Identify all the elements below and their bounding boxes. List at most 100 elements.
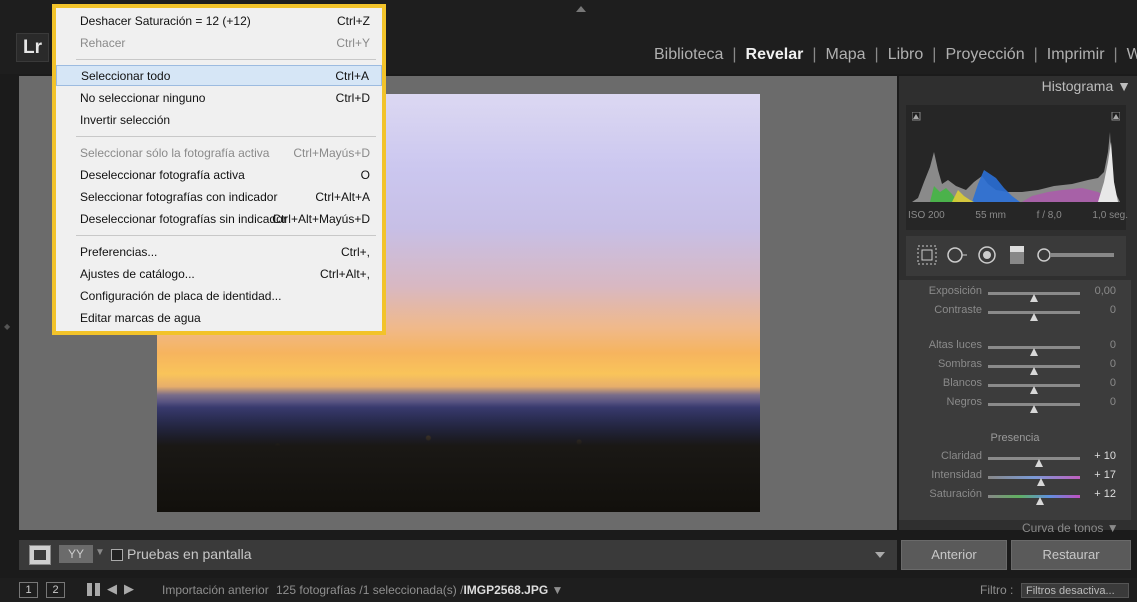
red-eye-icon[interactable] [976, 244, 998, 266]
exposure-label: Exposición [928, 285, 982, 297]
contrast-value[interactable]: 0 [1110, 304, 1116, 316]
spot-removal-icon[interactable] [946, 244, 968, 266]
module-revelar[interactable]: Revelar [746, 46, 804, 64]
exposure-value[interactable]: 0,00 [1095, 285, 1116, 297]
menu-item-shortcut: Ctrl+, [340, 245, 370, 259]
menu-item-shortcut: Ctrl+Alt+Mayús+D [272, 212, 370, 226]
adjustment-brush-icon[interactable] [1036, 244, 1116, 266]
vibrance-slider[interactable] [988, 476, 1080, 486]
main-window-button[interactable]: 1 [19, 582, 38, 598]
menu-item-catalog-settings[interactable]: Ajustes de catálogo... Ctrl+Alt+, [56, 264, 382, 285]
shadows-label: Sombras [937, 358, 982, 370]
crop-overlay-icon[interactable] [916, 244, 938, 266]
soft-proof-checkbox[interactable] [111, 549, 123, 561]
shadows-row: Sombras 0 [900, 358, 1130, 375]
collapse-top-panel-icon[interactable] [576, 6, 586, 12]
saturation-label: Saturación [929, 488, 982, 500]
shadows-slider[interactable] [988, 365, 1080, 375]
menu-separator [76, 235, 376, 236]
collapse-triangle-icon[interactable]: ▼ [1107, 521, 1119, 535]
module-web[interactable]: We [1127, 46, 1137, 64]
highlights-value[interactable]: 0 [1110, 339, 1116, 351]
menu-item-preferences[interactable]: Preferencias... Ctrl+, [56, 242, 382, 263]
iso-value: ISO 200 [908, 210, 945, 221]
previous-button[interactable]: Anterior [901, 540, 1007, 570]
menu-item-shortcut: Ctrl+Mayús+D [293, 146, 370, 160]
module-mapa[interactable]: Mapa [826, 46, 866, 64]
loupe-view-icon[interactable] [29, 545, 51, 565]
menu-item-identity-plate[interactable]: Configuración de placa de identidad... [56, 286, 382, 307]
saturation-slider-knob[interactable] [1035, 497, 1044, 505]
histogram-header[interactable]: Histograma ▼ [899, 78, 1131, 100]
saturation-value[interactable]: + 12 [1094, 488, 1116, 500]
module-biblioteca[interactable]: Biblioteca [654, 46, 723, 64]
menu-item-redo[interactable]: Rehacer Ctrl+Y [56, 33, 382, 54]
clarity-value[interactable]: + 10 [1094, 450, 1116, 462]
module-imprimir[interactable]: Imprimir [1047, 46, 1105, 64]
selection-count: 125 fotografías /1 seleccionada(s) / [276, 583, 464, 597]
highlights-row: Altas luces 0 [900, 339, 1130, 356]
menu-item-select-flagged[interactable]: Seleccionar fotografías con indicador Ctr… [56, 187, 382, 208]
filter-dropdown[interactable]: Filtros desactiva... [1021, 583, 1129, 598]
blacks-slider-knob[interactable] [1030, 405, 1038, 413]
saturation-slider[interactable] [988, 495, 1080, 505]
secondary-window-button[interactable]: 2 [46, 582, 65, 598]
whites-slider[interactable] [988, 384, 1080, 394]
highlights-slider[interactable] [988, 346, 1080, 356]
highlights-slider-knob[interactable] [1030, 348, 1038, 356]
whites-value[interactable]: 0 [1110, 377, 1116, 389]
vibrance-value[interactable]: + 17 [1094, 469, 1116, 481]
histogram-title: Histograma [1041, 78, 1114, 94]
contrast-slider-knob[interactable] [1030, 313, 1038, 321]
module-proyeccion[interactable]: Proyección [945, 46, 1024, 64]
saturation-row: Saturación + 12 [900, 488, 1130, 505]
collapse-triangle-icon[interactable]: ▼ [1117, 78, 1131, 94]
histogram-graph[interactable] [912, 112, 1120, 202]
filter-label: Filtro : [980, 583, 1014, 597]
module-separator: | [732, 46, 737, 63]
soft-proof-label: Pruebas en pantalla [127, 546, 252, 562]
filmstrip-source[interactable]: Importación anterior [162, 583, 269, 597]
forward-arrow-icon[interactable]: ▶ [124, 581, 134, 597]
menu-item-select-all[interactable]: Seleccionar todo Ctrl+A [56, 65, 382, 86]
blacks-value[interactable]: 0 [1110, 396, 1116, 408]
tone-curve-header[interactable]: Curva de tonos ▼ [1022, 521, 1119, 535]
shadows-slider-knob[interactable] [1030, 367, 1038, 375]
module-libro[interactable]: Libro [888, 46, 924, 64]
menu-item-deselect-active[interactable]: Deseleccionar fotografía activa O [56, 165, 382, 186]
clarity-slider-knob[interactable] [1034, 459, 1043, 467]
menu-item-select-only-active[interactable]: Seleccionar sólo la fotografía activa Ctr… [56, 143, 382, 164]
graduated-filter-icon[interactable] [1006, 244, 1028, 266]
reset-button[interactable]: Restaurar [1011, 540, 1131, 570]
module-separator: | [1113, 46, 1118, 63]
menu-item-undo[interactable]: Deshacer Saturación = 12 (+12) Ctrl+Z [56, 11, 382, 32]
menu-item-invert-selection[interactable]: Invertir selección [56, 110, 382, 131]
grid-view-icon[interactable] [87, 583, 100, 596]
menu-item-label: Seleccionar sólo la fotografía activa [80, 146, 270, 160]
menu-item-deselect-unflagged[interactable]: Deseleccionar fotografías sin indicador C… [56, 209, 382, 230]
left-panel-toggle-icon[interactable]: ◆ [4, 322, 10, 331]
whites-row: Blancos 0 [900, 377, 1130, 394]
contrast-slider[interactable] [988, 311, 1080, 321]
clarity-slider[interactable] [988, 457, 1080, 467]
chevron-down-icon[interactable]: ▼ [552, 583, 564, 597]
exposure-slider[interactable] [988, 292, 1080, 302]
menu-item-select-none[interactable]: No seleccionar ninguno Ctrl+D [56, 88, 382, 109]
toolbar-menu-icon[interactable] [875, 552, 885, 558]
back-arrow-icon[interactable]: ◀ [107, 581, 117, 597]
chevron-down-icon[interactable]: ▼ [95, 547, 105, 558]
aperture-value: f / 8,0 [1036, 210, 1062, 221]
highlights-label: Altas luces [928, 339, 982, 351]
shadows-value[interactable]: 0 [1110, 358, 1116, 370]
vibrance-label: Intensidad [931, 469, 982, 481]
menu-item-label: Deshacer Saturación = 12 (+12) [80, 14, 251, 28]
before-after-button[interactable]: YY [59, 545, 93, 563]
blacks-slider[interactable] [988, 403, 1080, 413]
vibrance-slider-knob[interactable] [1037, 478, 1046, 486]
menu-item-label: Seleccionar todo [81, 69, 171, 83]
filmstrip-count[interactable]: 125 fotografías /1 seleccionada(s) /IMGP… [276, 583, 563, 597]
menu-item-watermarks[interactable]: Editar marcas de agua [56, 308, 382, 329]
exposure-slider-knob[interactable] [1030, 294, 1038, 302]
whites-slider-knob[interactable] [1030, 386, 1038, 394]
menu-item-label: Preferencias... [80, 245, 158, 259]
